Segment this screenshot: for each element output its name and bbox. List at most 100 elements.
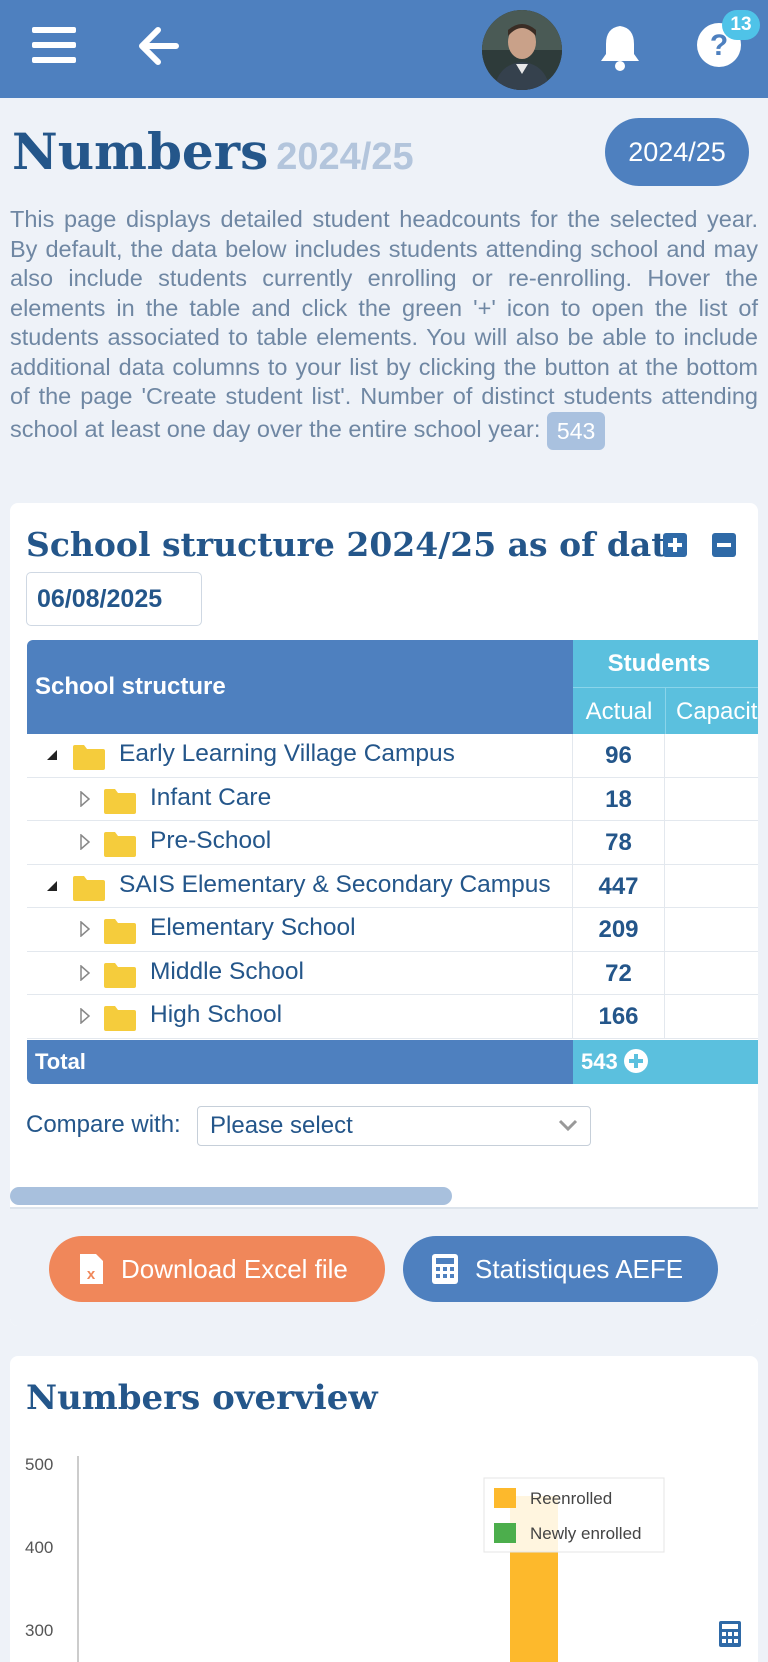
file-excel-icon: x <box>80 1254 103 1284</box>
caret-collapsed-icon[interactable] <box>80 834 90 850</box>
horizontal-scrollbar[interactable] <box>10 1187 452 1205</box>
hamburger-icon[interactable] <box>32 27 76 67</box>
total-label: Total <box>27 1040 573 1084</box>
bell-icon[interactable] <box>598 22 642 72</box>
compare-label: Compare with: <box>26 1111 181 1138</box>
statistiques-aefe-button[interactable]: Statistiques AEFE <box>403 1236 718 1302</box>
calculator-icon <box>432 1254 458 1284</box>
svg-text:x: x <box>87 1266 96 1283</box>
structure-cell: Middle School <box>27 951 573 995</box>
page-title-text: Numbers <box>12 122 269 181</box>
y-tick-label: 400 <box>25 1538 53 1557</box>
structure-label[interactable]: Pre-School <box>150 821 271 861</box>
structure-table: School structure Students Actual Capacit… <box>27 640 758 1084</box>
table-row[interactable]: Infant Care 18 <box>27 777 758 822</box>
caret-collapsed-icon[interactable] <box>80 964 90 981</box>
legend-label[interactable]: Newly enrolled <box>530 1524 642 1543</box>
legend-label[interactable]: Reenrolled <box>530 1489 612 1508</box>
column-header-students: Students <box>573 640 758 687</box>
capacity-cell <box>665 821 758 865</box>
top-bar: ? 13 <box>0 0 768 98</box>
actual-count-cell[interactable]: 78 <box>573 821 665 865</box>
structure-cell: High School <box>27 995 573 1039</box>
chevron-down-icon <box>558 1119 578 1132</box>
column-header-actual[interactable]: Actual <box>573 687 665 734</box>
date-input[interactable]: 06/08/2025 <box>26 572 202 626</box>
capacity-cell <box>665 908 758 952</box>
structure-cell: Elementary School <box>27 908 573 952</box>
structure-label[interactable]: Early Learning Village Campus <box>119 734 455 774</box>
caret-collapsed-icon[interactable] <box>80 790 90 807</box>
structure-cell: Infant Care <box>27 777 573 821</box>
table-row[interactable]: Early Learning Village Campus 96 <box>27 734 758 778</box>
structure-cell: Early Learning Village Campus <box>27 734 573 778</box>
structure-label[interactable]: High School <box>150 995 282 1035</box>
actual-count-cell[interactable]: 96 <box>573 734 665 778</box>
folder-icon <box>104 962 136 988</box>
capacity-cell <box>665 952 758 996</box>
caret-collapsed-icon[interactable] <box>80 921 90 937</box>
download-excel-button[interactable]: x Download Excel file <box>49 1236 385 1302</box>
structure-label[interactable]: Infant Care <box>150 778 271 818</box>
actual-count-cell[interactable]: 209 <box>573 908 665 952</box>
actual-count-cell[interactable]: 166 <box>573 995 665 1039</box>
y-tick-label: 500 <box>25 1455 53 1474</box>
overview-card-title: Numbers overview <box>26 1378 378 1418</box>
table-row[interactable]: SAIS Elementary & Secondary Campus 447 <box>27 864 758 909</box>
plus-square-icon[interactable] <box>663 533 687 557</box>
structure-label[interactable]: Middle School <box>150 952 304 992</box>
table-row[interactable]: Middle School 72 <box>27 951 758 996</box>
download-excel-label: Download Excel file <box>121 1254 348 1284</box>
statistiques-aefe-label: Statistiques AEFE <box>475 1254 684 1284</box>
actual-count-cell[interactable]: 447 <box>573 864 665 908</box>
table-row[interactable]: High School 166 <box>27 995 758 1039</box>
minus-square-icon[interactable] <box>712 533 736 557</box>
table-row[interactable]: Pre-School 78 <box>27 821 758 865</box>
numbers-overview-chart: 500 400 300 Reenrolled Newly enrolled <box>25 1455 665 1662</box>
structure-card-footer: x Download Excel file Statistiques AEFE <box>10 1207 758 1326</box>
structure-cell: Pre-School <box>27 821 573 865</box>
caret-expanded-icon[interactable] <box>47 750 57 760</box>
total-value-number: 543 <box>581 1049 618 1074</box>
caret-expanded-icon[interactable] <box>47 880 57 891</box>
structure-label[interactable]: SAIS Elementary & Secondary Campus <box>119 865 551 905</box>
y-tick-label: 300 <box>25 1621 53 1640</box>
numbers-overview-card: Numbers overview 500 400 300 Reenrolled Newl… <box>10 1356 758 1662</box>
year-selector-button[interactable]: 2024/25 <box>605 118 749 186</box>
page-title: Numbers 2024/25 <box>12 122 414 181</box>
total-row: Total 543 <box>27 1040 758 1084</box>
calculator-icon[interactable] <box>718 1620 742 1648</box>
folder-icon <box>73 875 105 901</box>
legend-swatch <box>494 1523 516 1543</box>
distinct-students-badge[interactable]: 543 <box>546 411 606 450</box>
total-value: 543 <box>573 1040 758 1084</box>
avatar[interactable] <box>482 10 562 90</box>
column-header-structure[interactable]: School structure <box>27 640 573 734</box>
capacity-cell <box>665 778 758 822</box>
capacity-cell <box>665 995 758 1039</box>
folder-icon <box>104 1006 136 1031</box>
folder-icon <box>104 832 136 857</box>
legend-swatch <box>494 1488 516 1508</box>
compare-select[interactable]: Please select <box>197 1106 591 1146</box>
page-title-year: 2024/25 <box>276 136 414 178</box>
structure-cell: SAIS Elementary & Secondary Campus <box>27 864 573 908</box>
folder-icon <box>104 919 136 944</box>
actual-count-cell[interactable]: 72 <box>573 951 665 995</box>
caret-collapsed-icon[interactable] <box>80 1008 90 1024</box>
plus-circle-icon[interactable] <box>623 1049 648 1073</box>
table-row[interactable]: Elementary School 209 <box>27 908 758 952</box>
intro-paragraph: This page displays detailed student head… <box>10 205 758 450</box>
capacity-cell <box>665 865 758 909</box>
structure-label[interactable]: Elementary School <box>150 908 356 948</box>
structure-card-title: School structure 2024/25 as of date <box>26 525 688 564</box>
capacity-cell <box>665 734 758 778</box>
column-header-capacity[interactable]: Capacit <box>665 687 758 734</box>
arrow-left-icon[interactable] <box>136 24 180 68</box>
school-structure-card: School structure 2024/25 as of date 06/0… <box>10 503 758 1326</box>
intro-text: This page displays detailed student head… <box>10 206 758 442</box>
folder-icon <box>104 788 136 814</box>
folder-icon <box>73 745 105 770</box>
actual-count-cell[interactable]: 18 <box>573 777 665 821</box>
help-count-badge: 13 <box>722 10 760 40</box>
